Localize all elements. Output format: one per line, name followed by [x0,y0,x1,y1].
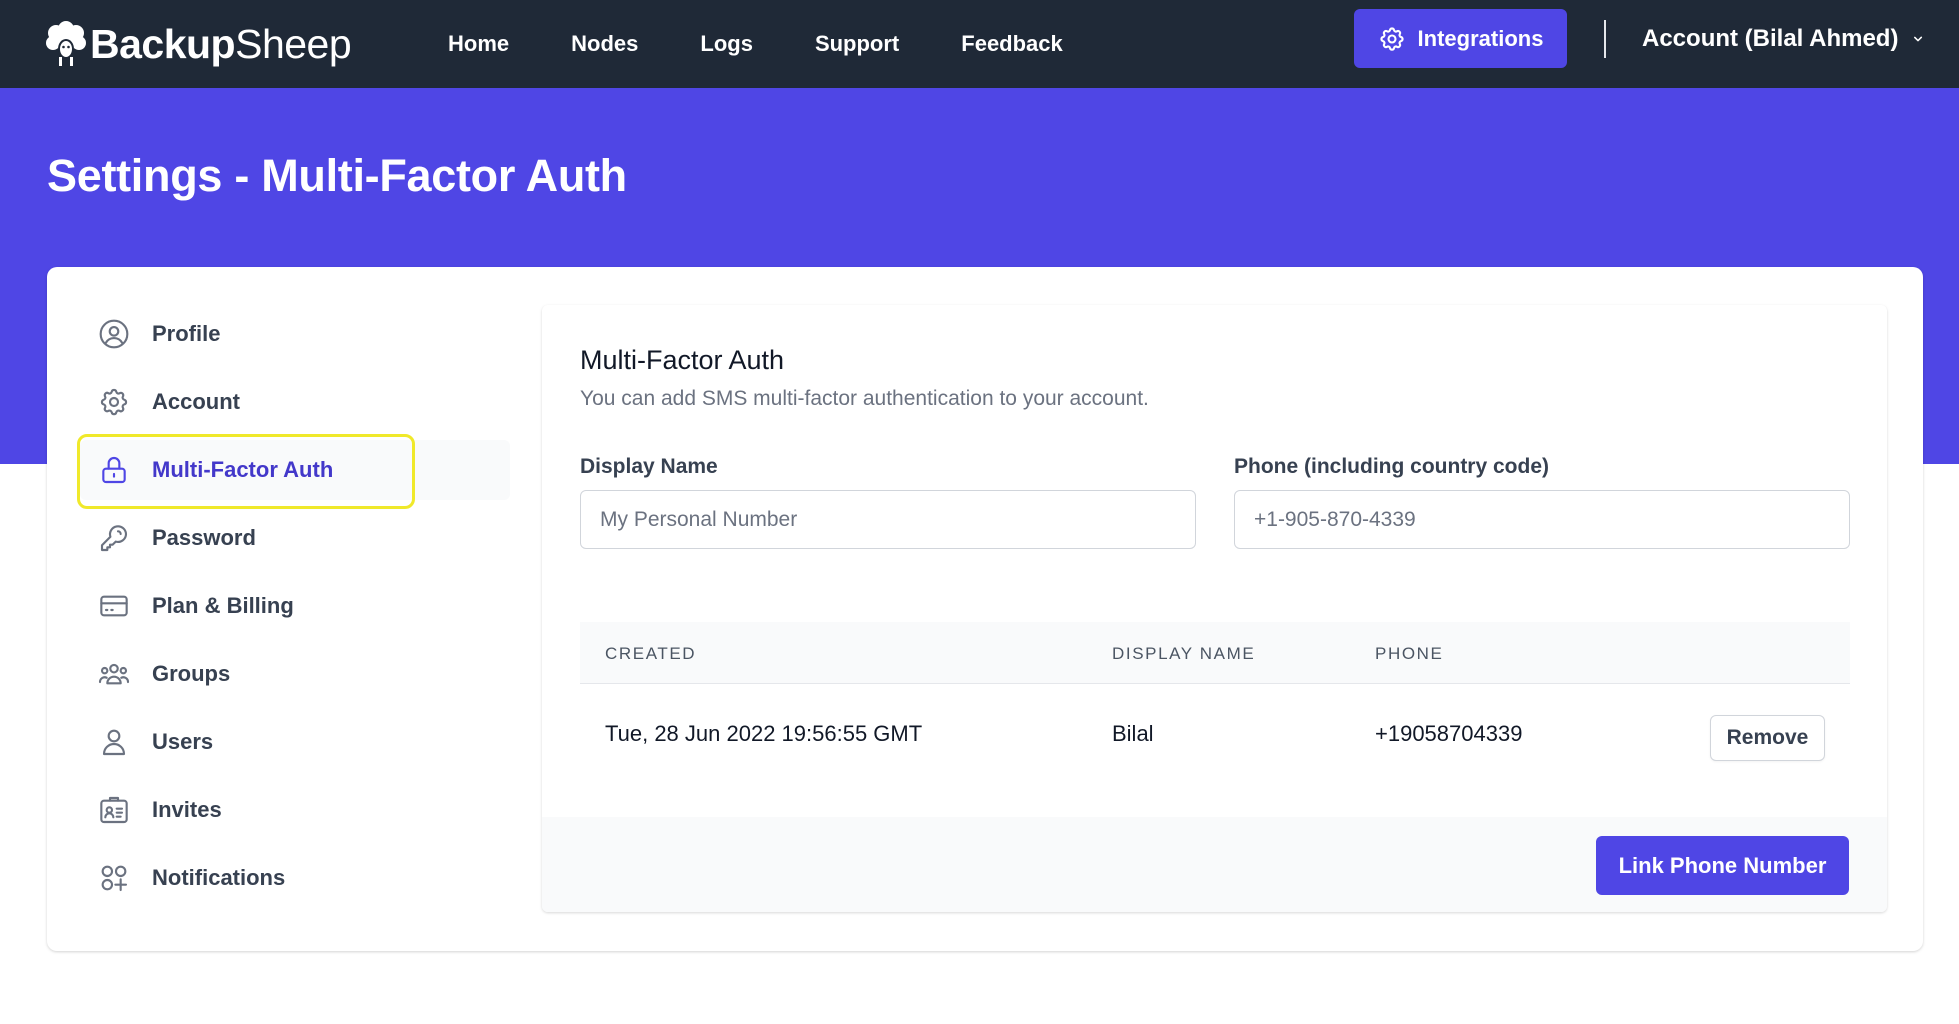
sidebar-item-label: Account [152,389,240,414]
account-dropdown[interactable]: Account (Bilal Ahmed) [1642,0,1926,78]
sidebar-item-account[interactable]: Account [80,372,510,432]
main-nav: Home Nodes Logs Support Feedback [448,0,1125,88]
cell-phone: +19058704339 [1375,721,1523,746]
sheep-logo-icon [46,21,86,66]
sidebar-item-groups[interactable]: Groups [80,644,510,704]
nav-divider [1604,20,1606,58]
grid-plus-icon [101,865,128,892]
chevron-down-icon [1914,36,1923,42]
nav-link-feedback[interactable]: Feedback [961,31,1063,57]
page-title: Settings - Multi-Factor Auth [47,150,627,201]
sidebar-item-profile[interactable]: Profile [80,304,510,364]
sidebar-item-label: Groups [152,661,231,686]
lock-icon [102,457,126,484]
sidebar-item-invites[interactable]: Invites [80,780,510,840]
brand-name-bold: Backup [90,20,236,67]
sidebar-item-password[interactable]: Password [80,508,510,568]
sidebar-item-label: Plan & Billing [152,593,294,618]
id-card-icon [100,796,128,824]
sidebar-item-label: Password [152,525,256,550]
column-header-phone: Phone [1375,644,1444,663]
sidebar-item-label: Notifications [152,865,286,890]
sidebar-item-label: Profile [152,321,221,346]
nav-link-home[interactable]: Home [448,31,509,57]
display-name-label: Display Name [580,455,718,478]
brand-logo[interactable]: BackupSheep [46,14,352,74]
gear-icon [100,388,128,416]
brand-name-light: Sheep [235,20,352,67]
sidebar-item-notifications[interactable]: Notifications [80,848,510,908]
sidebar-item-label: Users [152,729,214,754]
sidebar-item-label: Multi-Factor Auth [152,457,334,482]
section-title: Multi-Factor Auth [580,345,785,375]
gear-icon [1379,26,1404,51]
account-label: Account (Bilal Ahmed) [1642,25,1899,52]
phone-input[interactable] [1234,490,1850,549]
user-group-icon [98,663,130,685]
link-phone-number-button[interactable]: Link Phone Number [1596,836,1849,895]
user-circle-icon [99,319,129,349]
nav-link-support[interactable]: Support [815,31,899,57]
column-header-display-name: Display Name [1112,644,1256,663]
cell-created: Tue, 28 Jun 2022 19:56:55 GMT [605,721,923,746]
section-description: You can add SMS multi-factor authenticat… [580,387,1149,410]
display-name-input[interactable] [580,490,1196,549]
phone-label: Phone (including country code) [1234,455,1549,478]
integrations-label: Integrations [1417,25,1544,51]
nav-link-logs[interactable]: Logs [700,31,753,57]
top-navbar: BackupSheep Home Nodes Logs Support Feed… [0,0,1959,88]
sidebar-item-users[interactable]: Users [80,712,510,772]
column-header-created: Created [605,644,697,663]
remove-button[interactable]: Remove [1710,715,1825,761]
nav-link-nodes[interactable]: Nodes [571,31,638,57]
table-row: Tue, 28 Jun 2022 19:56:55 GMT Bilal +190… [580,685,1850,783]
cell-display-name: Bilal [1112,721,1154,746]
mfa-panel: Multi-Factor Auth You can add SMS multi-… [542,305,1887,912]
user-icon [102,729,126,756]
integrations-button[interactable]: Integrations [1354,9,1567,68]
sidebar-item-multi-factor-auth[interactable]: Multi-Factor Auth [80,440,510,500]
key-icon [100,525,128,552]
sidebar-item-plan-billing[interactable]: Plan & Billing [80,576,510,636]
credit-card-icon [100,595,128,617]
sidebar-item-label: Invites [152,797,222,822]
mfa-table-header: Created Display Name Phone [580,622,1850,684]
